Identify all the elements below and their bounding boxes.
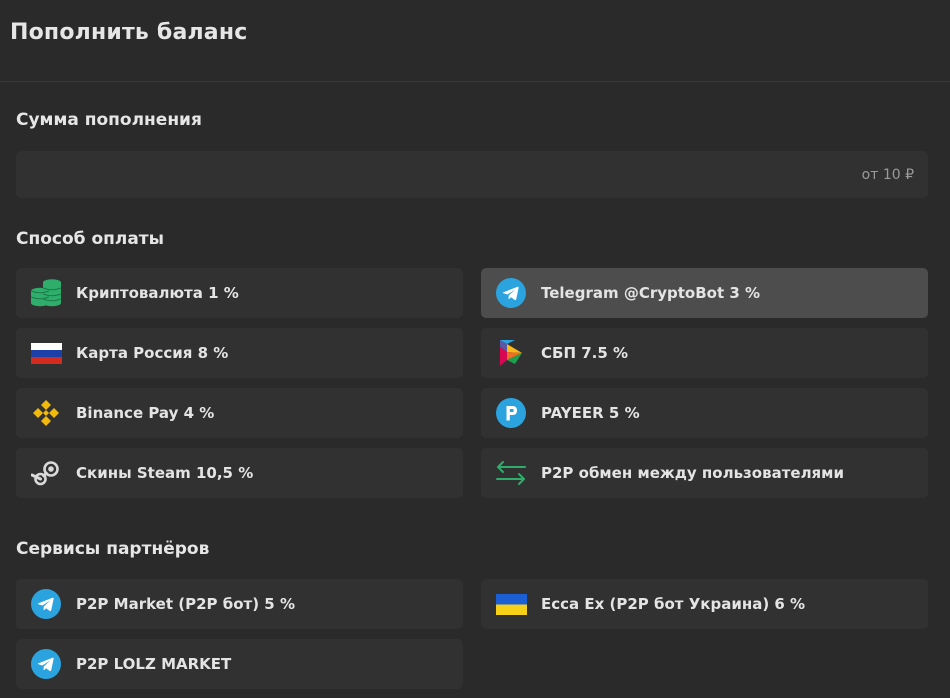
coins-stack-icon <box>30 277 62 309</box>
page-header: Пополнить баланс <box>0 0 950 82</box>
russia-flag-icon <box>30 337 62 369</box>
payment-option-telegram-cryptobot[interactable]: Telegram @CryptoBot 3 % <box>481 268 928 318</box>
payment-section-title: Способ оплаты <box>16 229 165 249</box>
binance-logo-icon <box>30 397 62 429</box>
payment-option-label: PAYEER 5 % <box>541 404 640 422</box>
payment-option-steam-skins[interactable]: Скины Steam 10,5 % <box>16 448 463 498</box>
partner-option-p2p-lolz-market[interactable]: P2P LOLZ MARKET <box>16 639 463 689</box>
ukraine-flag-icon <box>495 588 527 620</box>
payment-option-sbp[interactable]: СБП 7.5 % <box>481 328 928 378</box>
payment-option-label: Telegram @CryptoBot 3 % <box>541 284 761 302</box>
exchange-arrows-icon <box>495 457 527 489</box>
partner-option-label: P2P Market (P2P бот) 5 % <box>76 595 295 613</box>
partner-option-label: P2P LOLZ MARKET <box>76 655 232 673</box>
payment-option-binance-pay[interactable]: Binance Pay 4 % <box>16 388 463 438</box>
sbp-logo-icon <box>495 337 527 369</box>
amount-input[interactable] <box>16 151 914 198</box>
payment-option-label: СБП 7.5 % <box>541 344 629 362</box>
amount-field-wrapper <box>16 151 928 198</box>
payment-option-card-russia[interactable]: Карта Россия 8 % <box>16 328 463 378</box>
partner-option-ecca-ex[interactable]: Ecca Ex (P2P бот Украина) 6 % <box>481 579 928 629</box>
page-title: Пополнить баланс <box>10 20 248 45</box>
telegram-icon <box>30 588 62 620</box>
payment-option-label: Скины Steam 10,5 % <box>76 464 254 482</box>
payment-option-payeer[interactable]: PAYEER 5 % <box>481 388 928 438</box>
payment-option-label: Binance Pay 4 % <box>76 404 215 422</box>
payeer-logo-icon <box>495 397 527 429</box>
steam-logo-icon <box>30 457 62 489</box>
payment-option-p2p-exchange[interactable]: P2P обмен между пользователями <box>481 448 928 498</box>
payment-option-crypto[interactable]: Криптовалюта 1 % <box>16 268 463 318</box>
partner-option-p2p-market[interactable]: P2P Market (P2P бот) 5 % <box>16 579 463 629</box>
payment-option-label: P2P обмен между пользователями <box>541 464 844 482</box>
amount-section-title: Сумма пополнения <box>16 110 202 130</box>
telegram-icon <box>30 648 62 680</box>
payment-option-label: Криптовалюта 1 % <box>76 284 239 302</box>
telegram-icon <box>495 277 527 309</box>
partner-option-label: Ecca Ex (P2P бот Украина) 6 % <box>541 595 806 613</box>
partners-section-title: Сервисы партнёров <box>16 539 210 559</box>
payment-option-label: Карта Россия 8 % <box>76 344 229 362</box>
